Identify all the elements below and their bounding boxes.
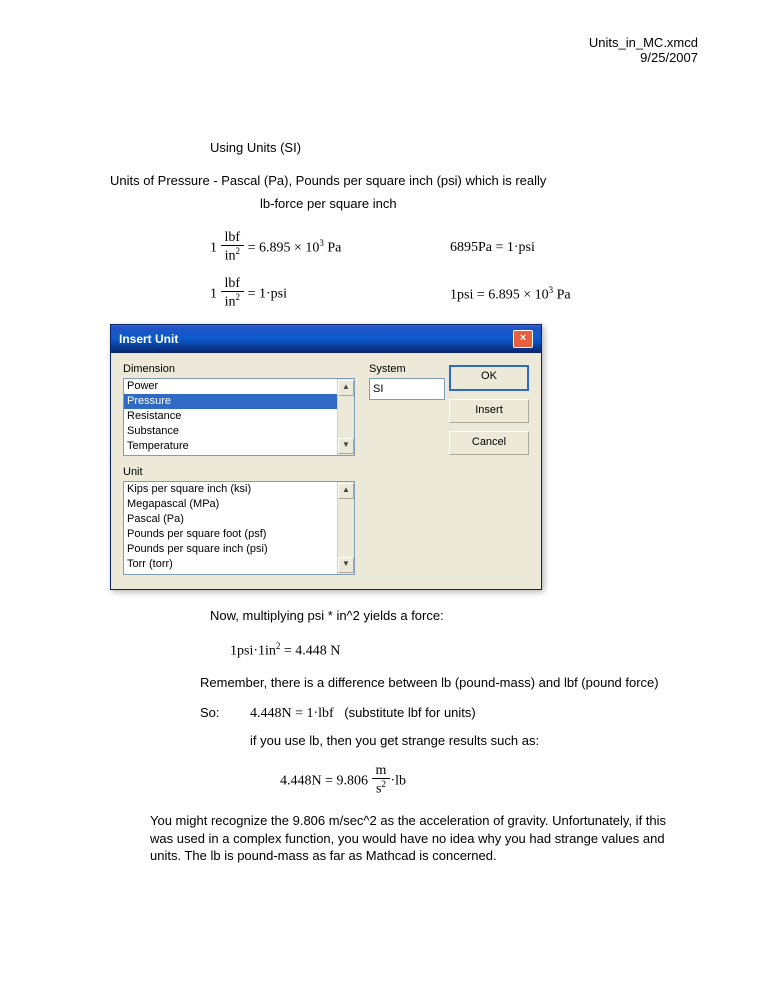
so-label: So: [200, 705, 250, 722]
intro-line2: lb-force per square inch [260, 196, 670, 211]
list-item[interactable]: Power [124, 379, 354, 394]
list-item[interactable]: Kips per square inch (ksi) [124, 482, 354, 497]
list-item[interactable]: Pressure [124, 394, 354, 409]
strange-results-para: if you use lb, then you get strange resu… [250, 732, 670, 750]
fraction: lbf in2 [221, 231, 245, 265]
ok-button[interactable]: OK [449, 365, 529, 391]
page-header: Units_in_MC.xmcd 9/25/2007 [589, 35, 698, 65]
system-field[interactable]: SI [369, 378, 445, 400]
scroll-down-icon[interactable]: ▼ [338, 438, 354, 454]
para-after-dialog: Now, multiplying psi * in^2 yields a for… [210, 608, 670, 623]
so-row: So: 4.448N = 1·lbf (substitute lbf for u… [200, 705, 670, 722]
unit-label: Unit [123, 466, 359, 478]
final-para: You might recognize the 9.806 m/sec^2 as… [150, 812, 670, 865]
list-item[interactable]: Torr (torr) [124, 557, 354, 572]
scroll-up-icon[interactable]: ▲ [338, 380, 354, 396]
remember-para: Remember, there is a difference between … [200, 674, 670, 692]
equation-row-2: 1 lbf in2 = 1·psi 1psi = 6.895 × 103 Pa [210, 277, 670, 311]
insert-button[interactable]: Insert [449, 399, 529, 423]
scroll-down-icon[interactable]: ▼ [338, 557, 354, 573]
list-item[interactable]: Pascal (Pa) [124, 512, 354, 527]
unit-listbox[interactable]: Kips per square inch (ksi) Megapascal (M… [123, 481, 355, 575]
close-icon[interactable]: × [513, 330, 533, 348]
insert-unit-dialog: Insert Unit × Dimension Power Pressure R… [110, 324, 542, 590]
equation-row-1: 1 lbf in2 = 6.895 × 103 Pa 6895Pa = 1·ps… [210, 231, 670, 265]
list-item[interactable]: Megapascal (MPa) [124, 497, 354, 512]
list-item[interactable]: Pounds per square foot (psf) [124, 527, 354, 542]
list-item[interactable]: Resistance [124, 409, 354, 424]
fraction: lbf in2 [221, 277, 245, 311]
dialog-title: Insert Unit [119, 332, 178, 346]
title: Using Units (SI) [210, 140, 670, 155]
scrollbar[interactable]: ▲ ▼ [337, 379, 354, 455]
scroll-up-icon[interactable]: ▲ [338, 483, 354, 499]
dimension-label: Dimension [123, 363, 359, 375]
scrollbar[interactable]: ▲ ▼ [337, 482, 354, 574]
date: 9/25/2007 [589, 50, 698, 65]
filename: Units_in_MC.xmcd [589, 35, 698, 50]
equation-3: 1psi·1in2 = 4.448 N [230, 641, 670, 660]
system-label: System [369, 363, 439, 375]
list-item[interactable]: Substance [124, 424, 354, 439]
list-item[interactable]: Pounds per square inch (psi) [124, 542, 354, 557]
dimension-listbox[interactable]: Power Pressure Resistance Substance Temp… [123, 378, 355, 456]
equation-4: 4.448N = 9.806 m s2 ·lb [280, 764, 670, 798]
fraction: m s2 [372, 764, 391, 798]
intro-line1: Units of Pressure - Pascal (Pa), Pounds … [110, 173, 670, 188]
cancel-button[interactable]: Cancel [449, 431, 529, 455]
content: Using Units (SI) Units of Pressure - Pas… [110, 140, 670, 865]
list-item[interactable]: Temperature [124, 439, 354, 454]
dialog-titlebar[interactable]: Insert Unit × [111, 325, 541, 353]
